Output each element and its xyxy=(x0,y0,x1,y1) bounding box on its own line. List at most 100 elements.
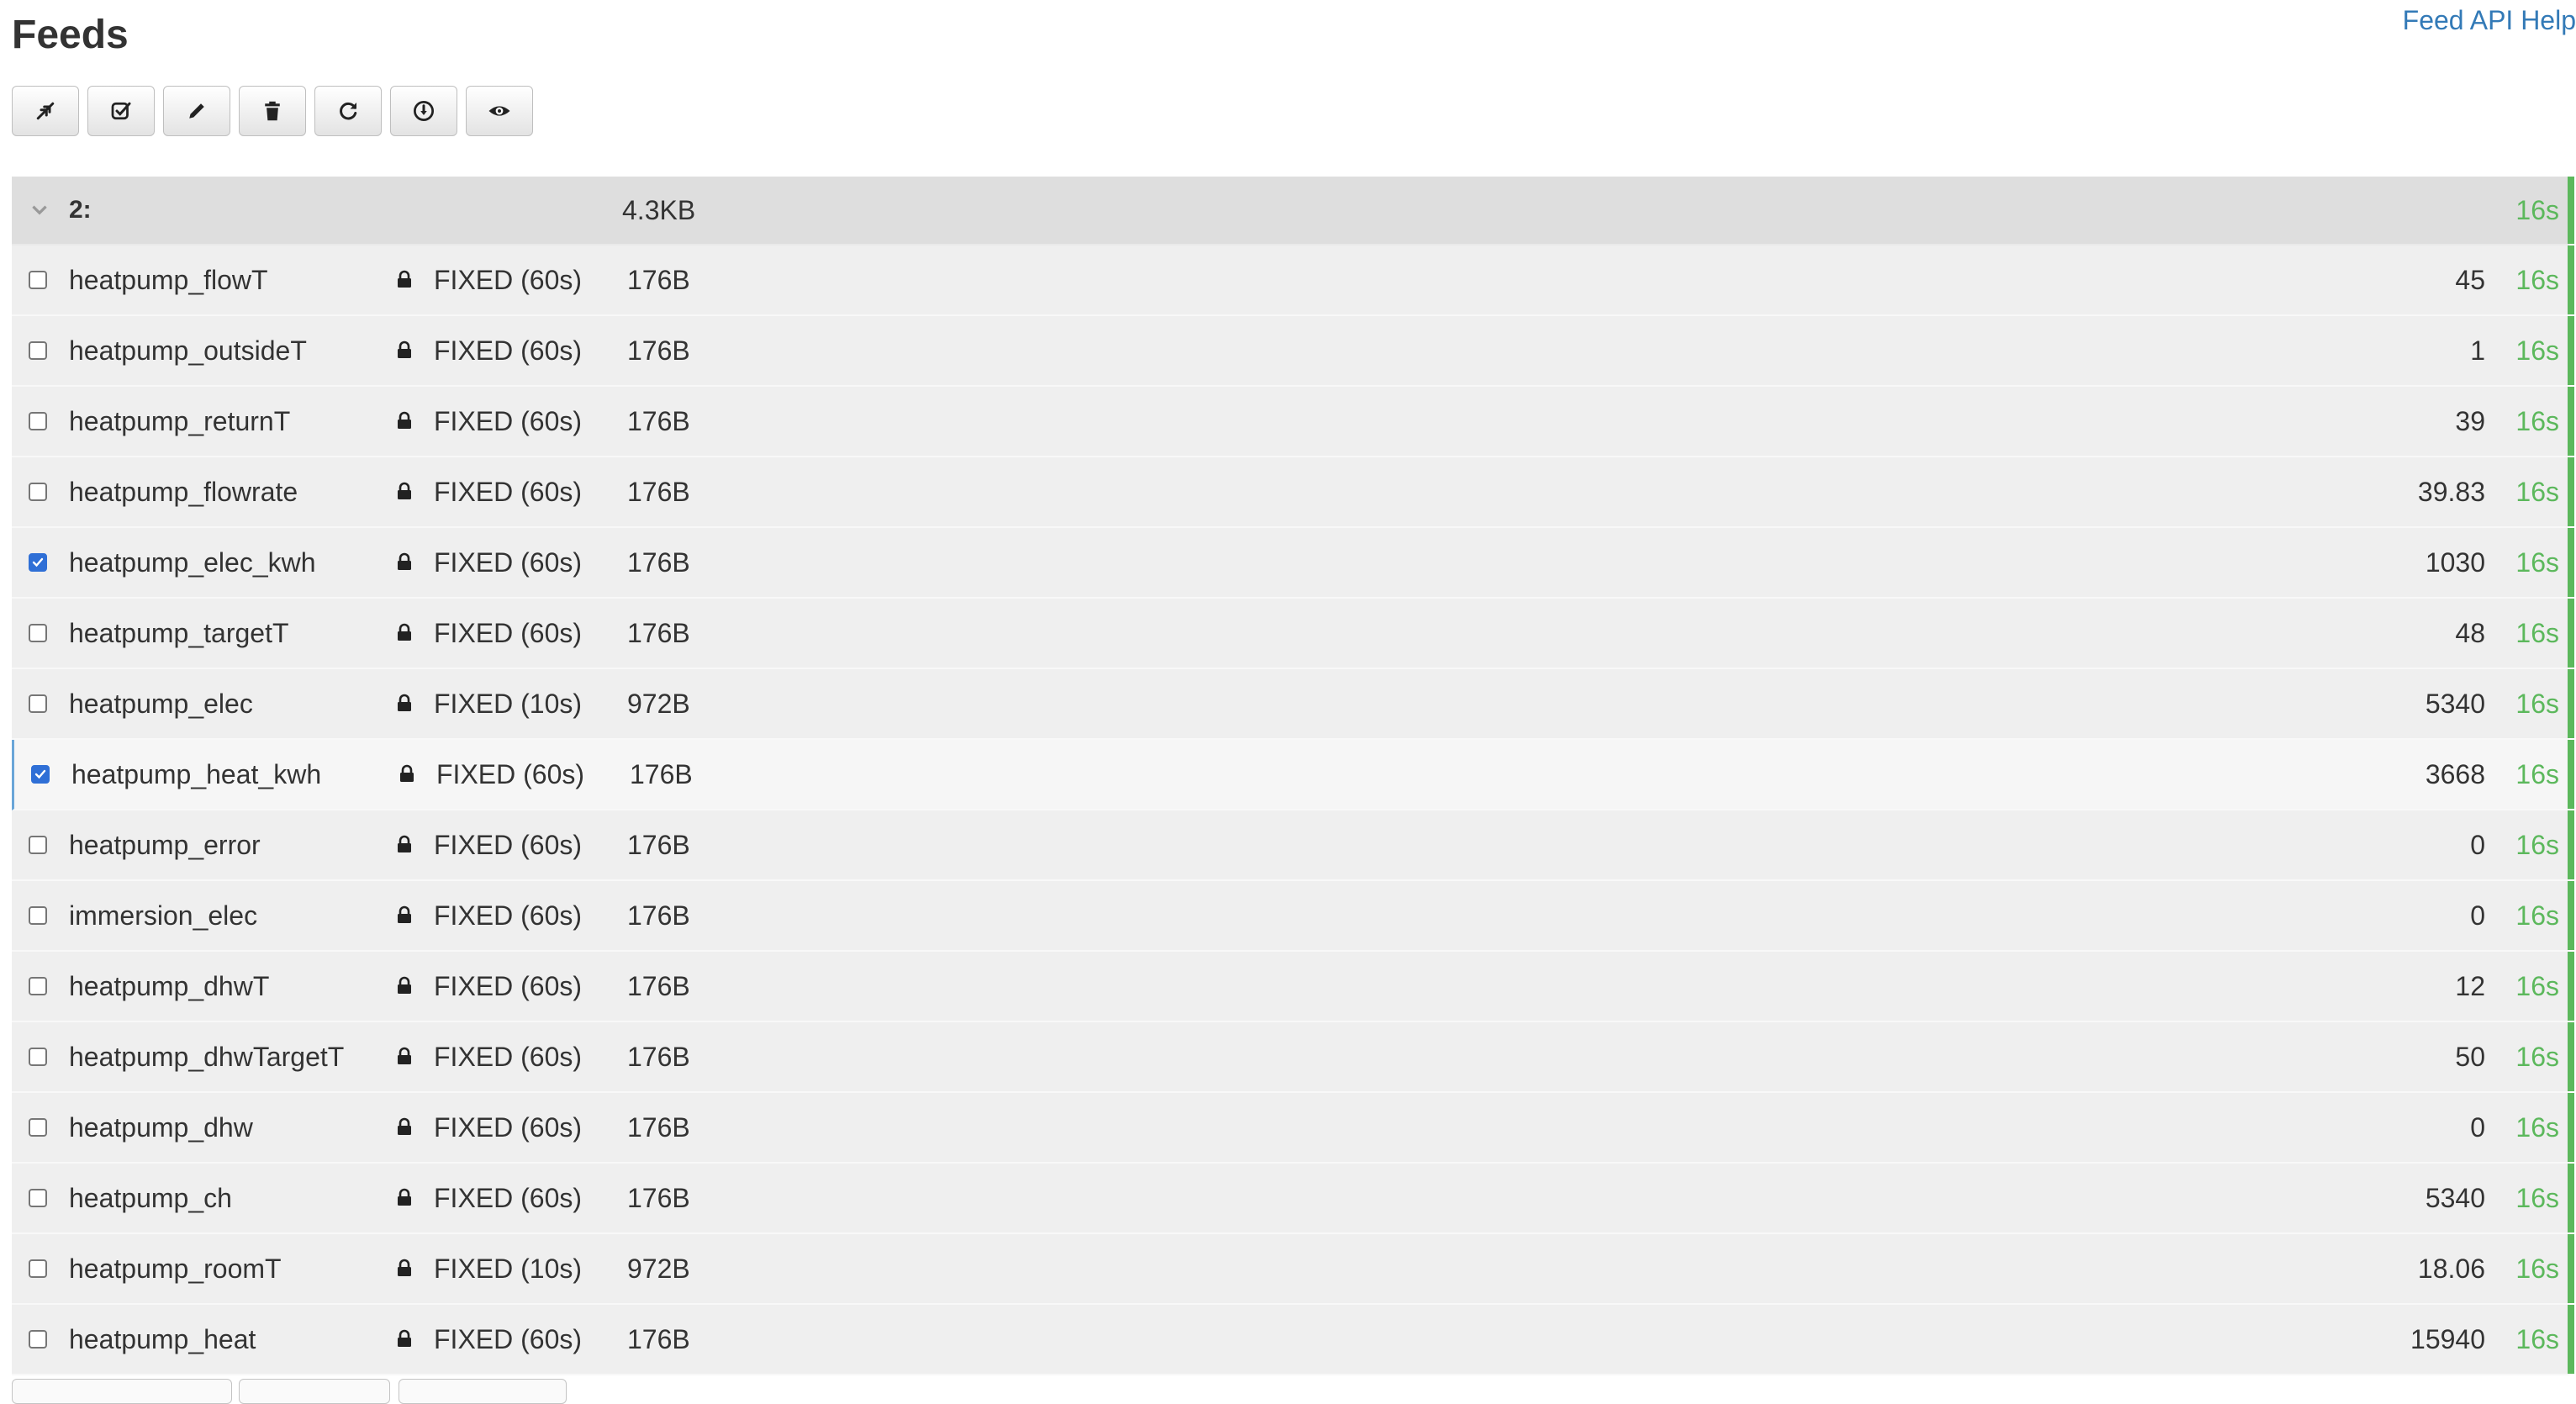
feed-updated: 16s xyxy=(2515,617,2559,648)
lock-icon xyxy=(395,245,414,314)
download-button[interactable] xyxy=(390,86,457,136)
checkbox-box[interactable] xyxy=(29,1330,47,1349)
feed-row[interactable]: heatpump_heat_kwh FIXED (60s) 176B 3668 16s xyxy=(12,740,2574,810)
feed-value: 5340 xyxy=(2425,1182,2485,1213)
checkbox-box[interactable] xyxy=(29,553,47,572)
feed-list: heatpump_flowT FIXED (60s) 176B 45 16s heatpu… xyxy=(12,245,2574,1375)
feed-value: 50 xyxy=(2455,1041,2485,1072)
feed-engine: FIXED (60s) xyxy=(434,970,583,1001)
edit-button[interactable] xyxy=(163,86,230,136)
lock-icon xyxy=(395,952,414,1021)
checkbox-box[interactable] xyxy=(29,977,47,995)
view-button[interactable] xyxy=(466,86,533,136)
checkbox-box[interactable] xyxy=(29,836,47,854)
feed-updated: 16s xyxy=(2515,1111,2559,1143)
feed-engine: FIXED (60s) xyxy=(434,264,583,295)
checkbox-box[interactable] xyxy=(29,1259,47,1278)
feed-size: 176B xyxy=(627,617,690,648)
feed-row[interactable]: heatpump_ch FIXED (60s) 176B 5340 16s xyxy=(12,1164,2574,1234)
checkbox-box[interactable] xyxy=(29,906,47,925)
feed-name: heatpump_elec xyxy=(69,688,253,719)
status-indicator xyxy=(2568,881,2574,950)
feed-value: 5340 xyxy=(2425,688,2485,719)
feed-row[interactable]: heatpump_heat FIXED (60s) 176B 15940 16s xyxy=(12,1305,2574,1375)
status-indicator xyxy=(2568,316,2574,385)
checkbox-box[interactable] xyxy=(29,412,47,430)
feed-updated: 16s xyxy=(2515,405,2559,436)
feed-checkbox[interactable] xyxy=(31,740,50,809)
checkbox-box[interactable] xyxy=(29,271,47,289)
feed-row[interactable]: heatpump_elec_kwh FIXED (60s) 176B 1030 16s xyxy=(12,528,2574,599)
feed-row[interactable]: heatpump_dhw FIXED (60s) 176B 0 16s xyxy=(12,1093,2574,1164)
feed-value: 15940 xyxy=(2410,1323,2485,1354)
feed-row[interactable]: heatpump_roomT FIXED (10s) 972B 18.06 16s xyxy=(12,1234,2574,1305)
refresh-button[interactable] xyxy=(314,86,382,136)
checkbox-box[interactable] xyxy=(29,1189,47,1207)
feed-checkbox[interactable] xyxy=(29,952,47,1021)
bottom-action-button[interactable] xyxy=(239,1379,390,1404)
feed-updated: 16s xyxy=(2515,900,2559,931)
feed-size: 176B xyxy=(627,546,690,578)
feed-checkbox[interactable] xyxy=(29,810,47,879)
lock-icon xyxy=(395,457,414,526)
feed-row[interactable]: heatpump_targetT FIXED (60s) 176B 48 16s xyxy=(12,599,2574,669)
select-all-button[interactable] xyxy=(87,86,155,136)
status-indicator xyxy=(2568,387,2574,456)
lock-icon xyxy=(395,1234,414,1303)
feed-row[interactable]: heatpump_error FIXED (60s) 176B 0 16s xyxy=(12,810,2574,881)
checkbox-box[interactable] xyxy=(29,1048,47,1066)
feed-row[interactable]: heatpump_flowrate FIXED (60s) 176B 39.83 16s xyxy=(12,457,2574,528)
checkbox-box[interactable] xyxy=(29,624,47,642)
feed-size: 176B xyxy=(627,335,690,366)
checkbox-box[interactable] xyxy=(29,341,47,360)
feed-checkbox[interactable] xyxy=(29,599,47,668)
feed-size: 176B xyxy=(627,1041,690,1072)
feed-checkbox[interactable] xyxy=(29,1234,47,1303)
feed-row[interactable]: heatpump_returnT FIXED (60s) 176B 39 16s xyxy=(12,387,2574,457)
feed-updated: 16s xyxy=(2515,1041,2559,1072)
feed-checkbox[interactable] xyxy=(29,387,47,456)
feed-name: heatpump_dhwTargetT xyxy=(69,1041,345,1072)
feed-row[interactable]: heatpump_dhwTargetT FIXED (60s) 176B 50 16s xyxy=(12,1022,2574,1093)
feed-row[interactable]: heatpump_elec FIXED (10s) 972B 5340 16s xyxy=(12,669,2574,740)
feed-value: 1030 xyxy=(2425,546,2485,578)
feed-size: 176B xyxy=(627,900,690,931)
feed-row[interactable]: heatpump_dhwT FIXED (60s) 176B 12 16s xyxy=(12,952,2574,1022)
feed-group-header[interactable]: 2: 4.3KB 16s xyxy=(12,177,2574,245)
checkbox-box[interactable] xyxy=(29,483,47,501)
feed-engine: FIXED (60s) xyxy=(434,1182,583,1213)
feed-row[interactable]: immersion_elec FIXED (60s) 176B 0 16s xyxy=(12,881,2574,952)
bottom-action-button[interactable] xyxy=(12,1379,232,1404)
checkbox-box[interactable] xyxy=(29,694,47,713)
chevron-down-icon[interactable] xyxy=(29,177,50,244)
feed-checkbox[interactable] xyxy=(29,1164,47,1232)
checkbox-box[interactable] xyxy=(29,1118,47,1137)
feed-checkbox[interactable] xyxy=(29,528,47,597)
feed-checkbox[interactable] xyxy=(29,316,47,385)
feed-row[interactable]: heatpump_flowT FIXED (60s) 176B 45 16s xyxy=(12,245,2574,316)
collapse-button[interactable] xyxy=(12,86,79,136)
feed-checkbox[interactable] xyxy=(29,1305,47,1374)
feed-checkbox[interactable] xyxy=(29,1022,47,1091)
lock-icon xyxy=(395,528,414,597)
bottom-action-button[interactable] xyxy=(399,1379,567,1404)
status-indicator xyxy=(2568,1164,2574,1232)
feed-checkbox[interactable] xyxy=(29,881,47,950)
feed-updated: 16s xyxy=(2515,476,2559,507)
feed-size: 972B xyxy=(627,688,690,719)
feed-updated: 16s xyxy=(2515,335,2559,366)
feed-checkbox[interactable] xyxy=(29,669,47,738)
feed-api-help-link[interactable]: Feed API Help xyxy=(2403,3,2576,37)
feed-checkbox[interactable] xyxy=(29,457,47,526)
feed-row[interactable]: heatpump_outsideT FIXED (60s) 176B 1 16s xyxy=(12,316,2574,387)
lock-icon xyxy=(395,881,414,950)
delete-button[interactable] xyxy=(239,86,306,136)
feed-toolbar xyxy=(12,86,533,136)
feed-updated: 16s xyxy=(2515,970,2559,1001)
checkbox-box[interactable] xyxy=(31,765,50,784)
feed-engine: FIXED (60s) xyxy=(434,829,583,860)
feed-checkbox[interactable] xyxy=(29,245,47,314)
lock-icon xyxy=(395,387,414,456)
feed-checkbox[interactable] xyxy=(29,1093,47,1162)
lock-icon xyxy=(395,316,414,385)
